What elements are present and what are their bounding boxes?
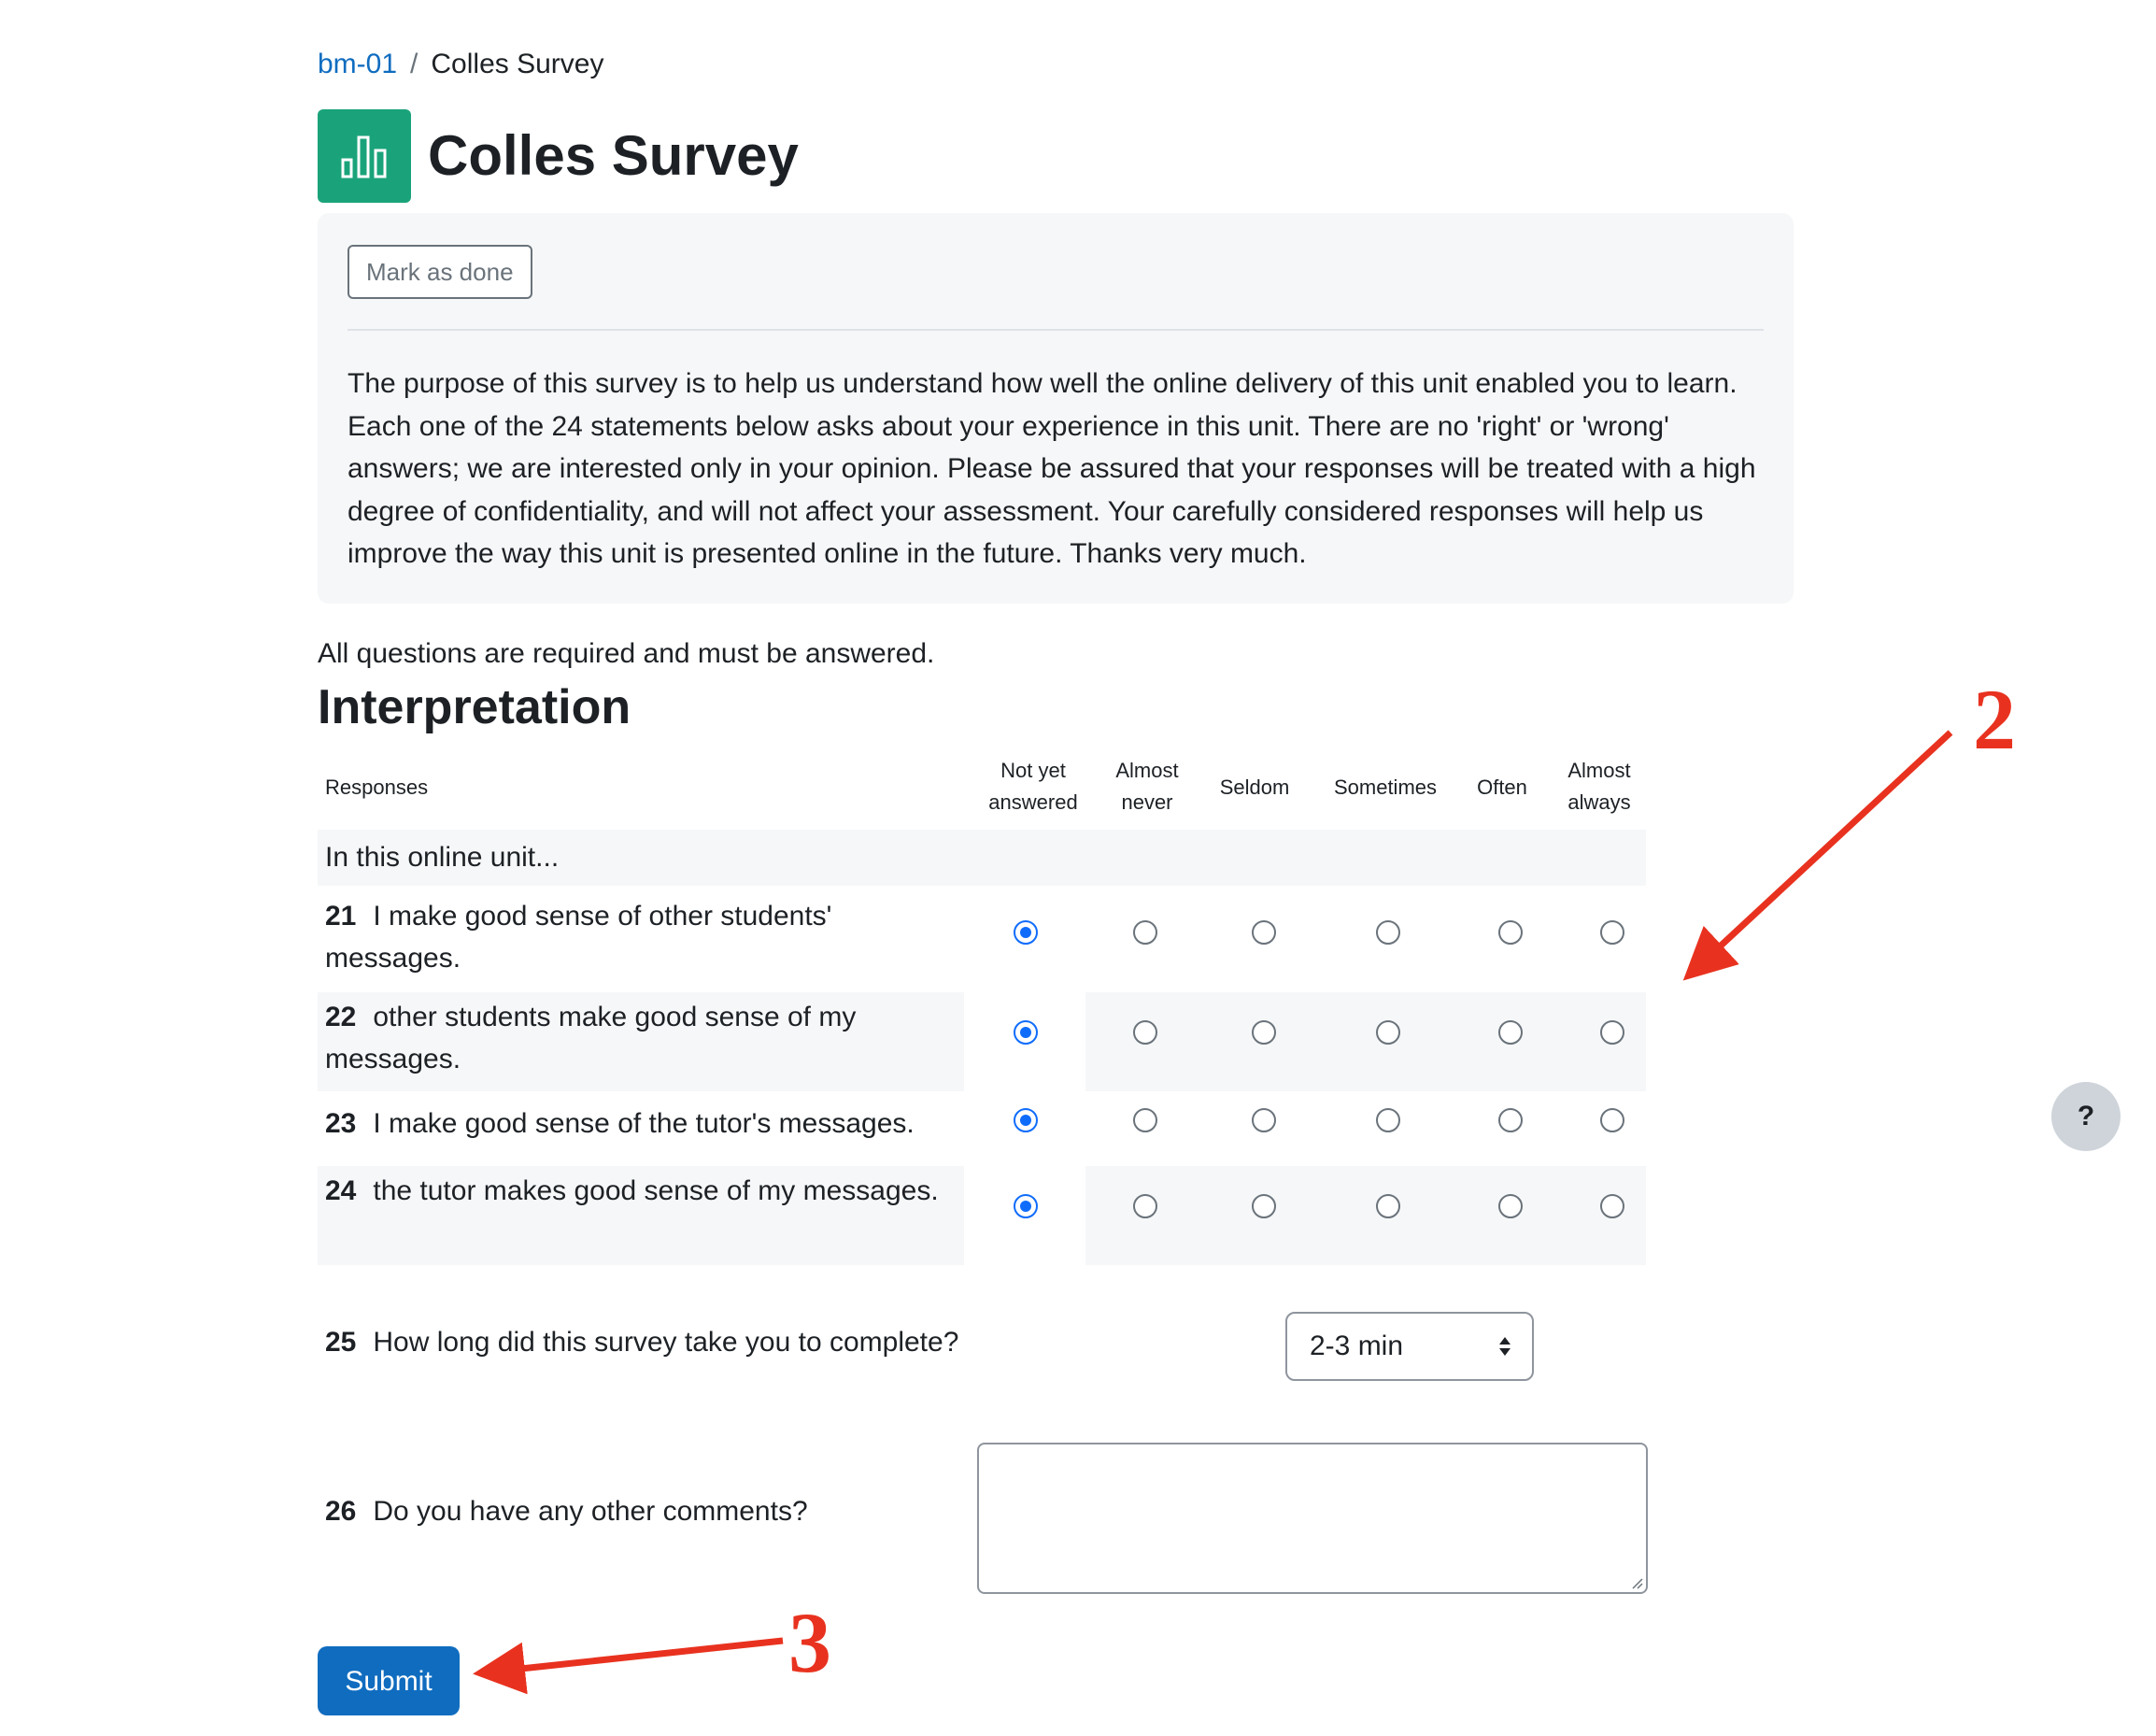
q21-radio-almost-always[interactable] (1600, 920, 1624, 945)
q24-radio-seldom[interactable] (1252, 1194, 1276, 1218)
required-note: All questions are required and must be a… (318, 638, 935, 669)
question-21-text: 21 I make good sense of other students' m… (325, 901, 832, 974)
q22-radio-not-yet-answered[interactable] (1014, 1020, 1038, 1045)
q22-radio-sometimes[interactable] (1376, 1020, 1400, 1045)
column-header-seldom: Seldom (1219, 776, 1290, 799)
q21-radio-seldom[interactable] (1252, 920, 1276, 945)
select-arrows-icon (1499, 1337, 1511, 1356)
q21-radio-not-yet-answered[interactable] (1014, 920, 1038, 945)
q23-radio-almost-always[interactable] (1600, 1108, 1624, 1132)
page-header: Colles Survey (318, 109, 799, 203)
q23-radio-not-yet-answered[interactable] (1014, 1108, 1038, 1132)
duration-select-value: 2-3 min (1310, 1330, 1404, 1361)
section-group-row: In this online unit... (318, 830, 1646, 886)
q22-radio-almost-never[interactable] (1133, 1020, 1157, 1045)
submit-button[interactable]: Submit (318, 1646, 460, 1715)
section-group-label: In this online unit... (325, 842, 560, 873)
question-22-text: 22 other students make good sense of my m… (325, 1002, 857, 1074)
question-25-text: 25 How long did this survey take you to c… (325, 1327, 959, 1358)
column-header-almost-always: Almost always (1567, 759, 1631, 814)
help-button[interactable]: ? (2051, 1082, 2121, 1151)
q24-radio-often[interactable] (1498, 1194, 1523, 1218)
column-header-sometimes: Sometimes (1333, 776, 1438, 799)
q21-radio-almost-never[interactable] (1133, 920, 1157, 945)
duration-select[interactable]: 2-3 min (1285, 1312, 1534, 1381)
annotation-arrow-3 (473, 1637, 784, 1695)
q22-radio-almost-always[interactable] (1600, 1020, 1624, 1045)
q21-radio-sometimes[interactable] (1376, 920, 1400, 945)
survey-intro-text: The purpose of this survey is to help us… (348, 368, 1756, 569)
page-title: Colles Survey (428, 124, 799, 187)
q22-radio-seldom[interactable] (1252, 1020, 1276, 1045)
q23-radio-often[interactable] (1498, 1108, 1523, 1132)
q22-radio-often[interactable] (1498, 1020, 1523, 1045)
annotation-label-3: 3 (788, 1595, 831, 1690)
comments-textarea[interactable] (977, 1443, 1648, 1594)
q23-radio-seldom[interactable] (1252, 1108, 1276, 1132)
breadcrumb-separator: / (410, 49, 418, 79)
q24-radio-sometimes[interactable] (1376, 1194, 1400, 1218)
resize-handle-icon[interactable] (1630, 1576, 1643, 1589)
q21-radio-often[interactable] (1498, 920, 1523, 945)
question-23-text: 23 I make good sense of the tutor's messa… (325, 1108, 915, 1139)
column-header-almost-never: Almost never (1115, 759, 1179, 814)
q24-radio-almost-always[interactable] (1600, 1194, 1624, 1218)
mark-as-done-button[interactable]: Mark as done (348, 245, 532, 299)
divider (348, 329, 1764, 331)
breadcrumb-current: Colles Survey (431, 49, 604, 79)
question-26-text: 26 Do you have any other comments? (325, 1496, 808, 1527)
section-heading: Interpretation (318, 680, 631, 734)
q23-radio-sometimes[interactable] (1376, 1108, 1400, 1132)
question-22-options-background (1085, 992, 1646, 1091)
question-24-options-background (1085, 1166, 1646, 1265)
responses-header: Responses (325, 776, 429, 799)
bar-chart-icon (318, 109, 411, 203)
q24-radio-almost-never[interactable] (1133, 1194, 1157, 1218)
annotation-label-2: 2 (1973, 672, 2016, 767)
q24-radio-not-yet-answered[interactable] (1014, 1194, 1038, 1218)
annotation-arrow-2 (1682, 730, 1953, 981)
q23-radio-almost-never[interactable] (1133, 1108, 1157, 1132)
activity-info-box: Mark as done The purpose of this survey … (318, 213, 1794, 604)
question-24-text: 24 the tutor makes good sense of my messa… (325, 1175, 939, 1206)
breadcrumb-course-link[interactable]: bm-01 (318, 49, 397, 79)
breadcrumb: bm-01 / Colles Survey (318, 49, 603, 80)
